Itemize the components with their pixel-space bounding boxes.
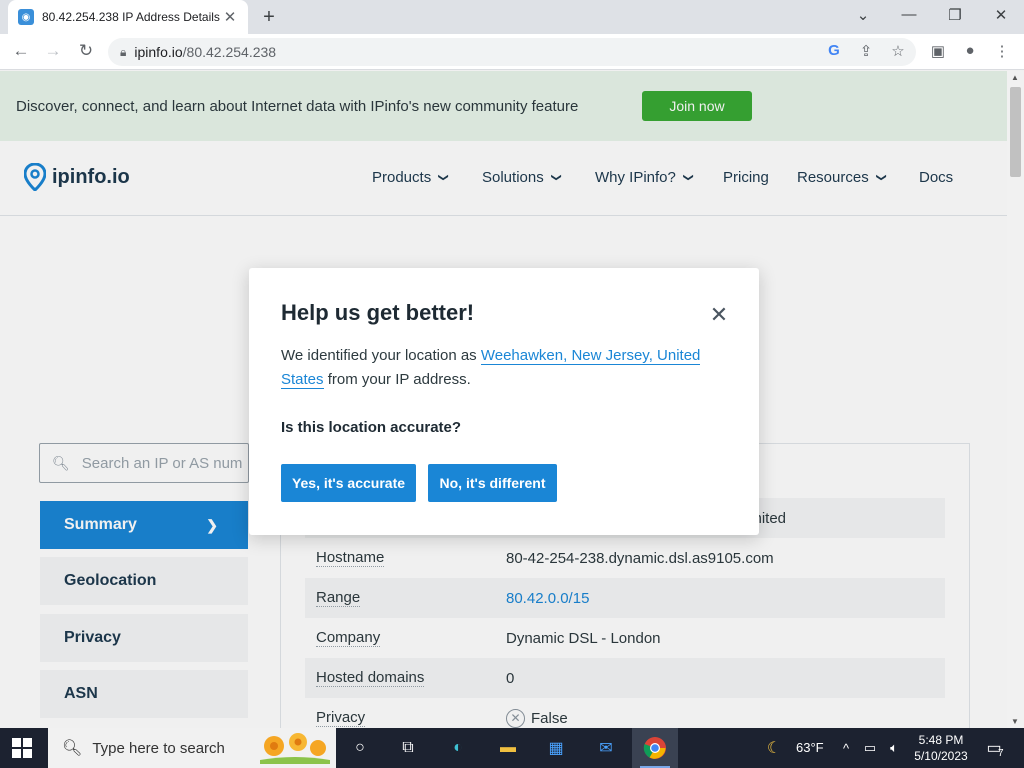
tab-search-icon[interactable]: ⌄ [848,6,878,24]
url-path: /80.42.254.238 [182,44,277,60]
notification-count: 7 [998,748,1004,759]
flowers-icon [260,733,330,764]
ipinfo-favicon-icon: ◉ [18,9,34,25]
file-explorer-icon[interactable]: ▬ [496,736,520,760]
back-arrow-icon[interactable]: ← [10,41,32,61]
minimize-button[interactable]: — [894,6,924,23]
side-panel-icon[interactable]: ▣ [928,42,948,60]
share-icon[interactable]: ⇪ [856,42,876,60]
browser-toolbar: ← → ↻ 🔒︎ ipinfo.io/80.42.254.238 G ⇪ ☆ ▣… [0,34,1024,70]
modal-title: Help us get better! [281,300,475,325]
scroll-up-arrow-icon[interactable]: ▲ [1011,73,1019,82]
browser-tab[interactable]: ◉ 80.42.254.238 IP Address Details - ✕ [8,0,248,34]
weather-moon-icon[interactable]: ☾ [762,736,786,760]
chrome-icon [643,737,666,759]
network-icon[interactable]: ▭ [858,736,882,760]
cortana-icon[interactable]: ○ [348,736,372,760]
microsoft-store-icon[interactable]: ▦ [544,736,568,760]
profile-avatar-icon[interactable]: ● [960,42,980,59]
taskbar-search[interactable]: 🔍︎ Type here to search [48,728,336,768]
forward-arrow-icon[interactable]: → [42,41,64,61]
close-icon[interactable]: ✕ [707,302,731,328]
mail-icon[interactable]: ✉ [594,736,618,760]
clock-date: 5/10/2023 [914,749,968,763]
scroll-down-arrow-icon[interactable]: ▼ [1011,717,1019,726]
new-tab-button[interactable]: + [258,6,280,29]
maximize-button[interactable]: ❐ [940,6,970,24]
windows-taskbar: 🔍︎ Type here to search ○ ⧉ ◐ ▬ ▦ ✉ ☾ 63°… [0,728,1024,768]
page-scrollbar[interactable]: ▲ ▼ [1007,71,1024,728]
address-bar[interactable]: 🔒︎ ipinfo.io/80.42.254.238 [108,38,916,66]
close-window-button[interactable]: ✕ [986,6,1016,24]
taskbar-search-text: Type here to search [92,739,225,757]
tab-title: 80.42.254.238 IP Address Details - [42,10,222,24]
no-different-button[interactable]: No, it's different [428,464,557,502]
page-viewport: Discover, connect, and learn about Inter… [0,71,1007,728]
tab-close-icon[interactable]: ✕ [222,8,238,26]
reload-icon[interactable]: ↻ [75,41,97,61]
chevron-up-icon[interactable]: ^ [834,736,858,760]
windows-start-icon[interactable] [12,738,32,758]
modal-body-prefix: We identified your location as [281,347,481,364]
location-feedback-modal: Help us get better! ✕ We identified your… [249,268,759,535]
task-view-icon[interactable]: ⧉ [396,736,420,760]
scroll-thumb[interactable] [1010,87,1021,177]
yes-accurate-button[interactable]: Yes, it's accurate [281,464,416,502]
bookmark-star-icon[interactable]: ☆ [888,42,908,60]
clock-time: 5:48 PM [918,733,964,747]
modal-question: Is this location accurate? [281,419,462,436]
volume-icon[interactable]: 🔈︎ [882,736,906,760]
modal-body-suffix: from your IP address. [323,371,471,388]
chrome-taskbar-button[interactable] [632,728,678,768]
modal-body: We identified your location as Weehawken… [281,344,731,392]
edge-browser-icon[interactable]: ◐ [446,736,470,760]
search-icon: 🔍︎ [62,740,83,757]
url-host: ipinfo.io [134,44,183,60]
google-icon[interactable]: G [824,42,844,59]
menu-kebab-icon[interactable]: ⋮ [992,42,1012,60]
taskbar-clock[interactable]: 5:48 PM 5/10/2023 [906,732,976,764]
lock-icon: 🔒︎ [120,44,127,59]
tab-bar: ◉ 80.42.254.238 IP Address Details - ✕ +… [0,0,1024,34]
weather-temp[interactable]: 63°F [796,740,824,755]
